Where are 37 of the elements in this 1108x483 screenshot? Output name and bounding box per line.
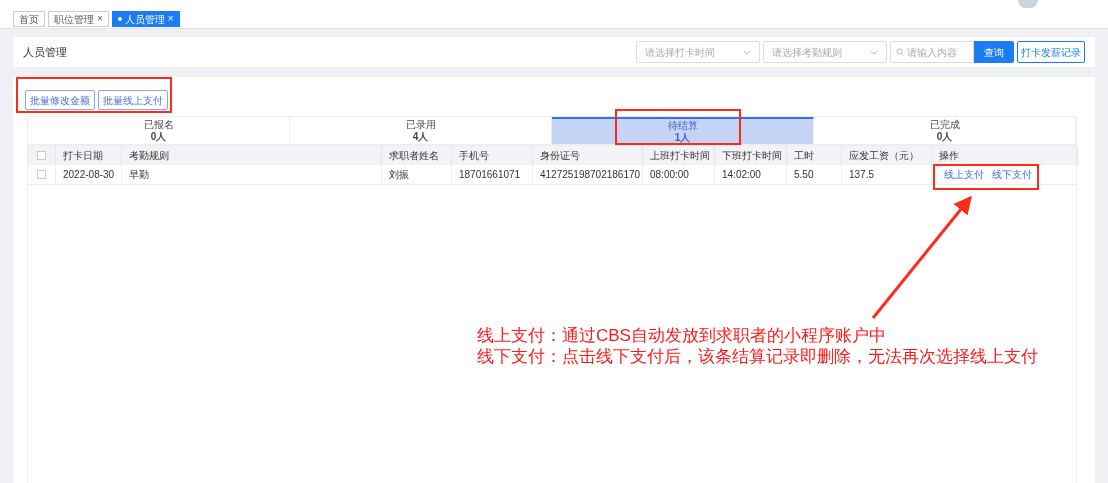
- column-header: 求职者姓名: [389, 149, 439, 163]
- page-tab[interactable]: 人员管理 ×: [111, 11, 180, 27]
- column-header: 身份证号: [540, 149, 580, 163]
- column-header: 应发工资（元）: [849, 149, 919, 163]
- column-header: 上班打卡时间: [650, 149, 710, 163]
- close-icon[interactable]: ×: [167, 14, 174, 24]
- batch-button[interactable]: 批量线上支付: [98, 90, 168, 110]
- annotation-text: 线上支付：通过CBS自动发放到求职者的小程序账户中: [477, 325, 887, 346]
- select-field[interactable]: 请选择打卡时间: [636, 41, 760, 63]
- search-field[interactable]: 请输入内容: [890, 41, 974, 63]
- column-header: 操作: [939, 149, 959, 163]
- column-header: 手机号: [459, 149, 489, 163]
- table-cell-text: 2022-08-30: [63, 168, 115, 182]
- annotation-text: 线下支付：点击线下支付后，该条结算记录即删除，无法再次选择线上支付: [477, 346, 1038, 367]
- table-cell-text: 14:02:00: [722, 168, 761, 182]
- table-cell-text: 412725198702186170: [540, 168, 641, 182]
- page-title: 人员管理: [23, 44, 68, 60]
- table-cell-text: 18701661071: [459, 168, 521, 182]
- status-tab[interactable]: 待结算 1人: [552, 117, 814, 144]
- select-field[interactable]: 请选择考勤规则: [763, 41, 887, 63]
- search-button[interactable]: 查询: [974, 41, 1014, 63]
- table-cell-text: 早勤: [129, 168, 149, 182]
- record-button[interactable]: 打卡发薪记录: [1017, 41, 1085, 63]
- table-cell-text: 137.5: [849, 168, 875, 182]
- column-header: 工时: [794, 149, 814, 163]
- action-link[interactable]: 线下支付: [992, 167, 1032, 182]
- table-cell-text: 08:00:00: [650, 168, 689, 182]
- close-icon[interactable]: ×: [97, 14, 103, 24]
- table-cell-text: 5.50: [794, 168, 814, 182]
- page-tab[interactable]: 职位管理 ×: [48, 11, 109, 27]
- column-header: 下班打卡时间: [722, 149, 782, 163]
- table-cell-text: 刘振: [389, 168, 409, 182]
- batch-button[interactable]: 批量修改金额: [25, 90, 95, 110]
- column-header: 考勤规则: [129, 149, 169, 163]
- action-link[interactable]: 线上支付: [944, 167, 984, 182]
- column-header: 打卡日期: [63, 149, 103, 163]
- page-tab[interactable]: 首页: [13, 11, 45, 27]
